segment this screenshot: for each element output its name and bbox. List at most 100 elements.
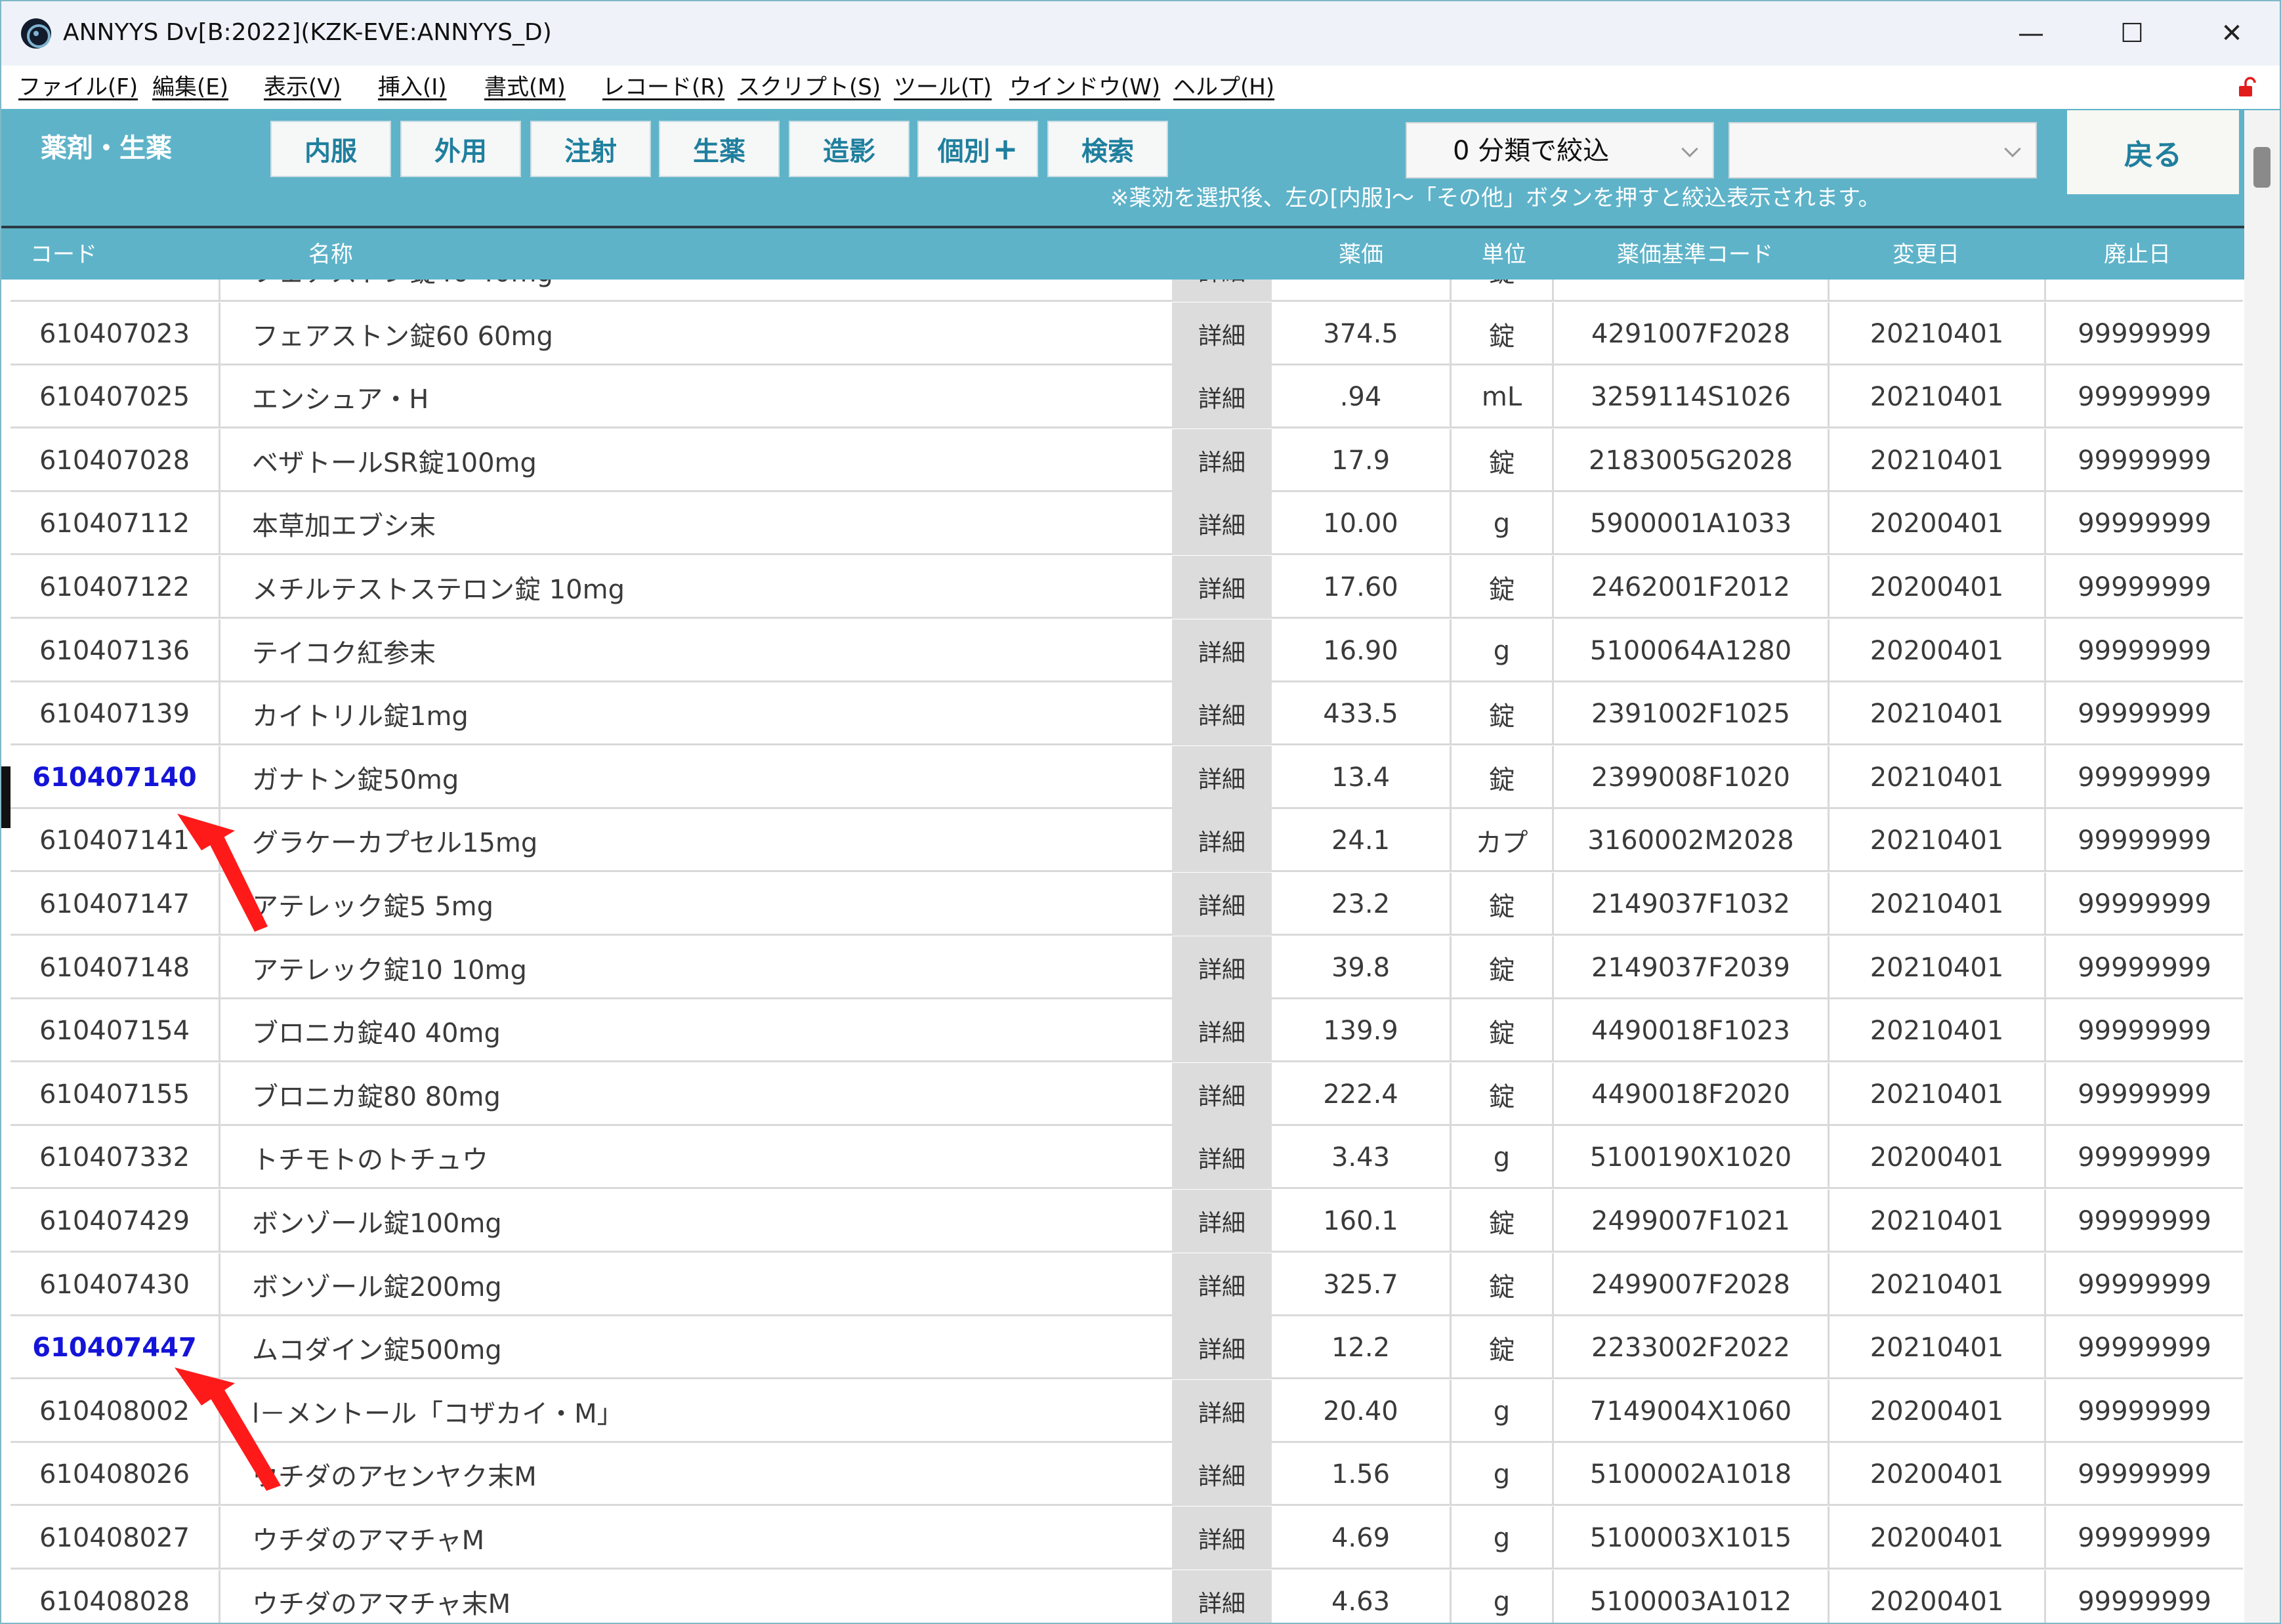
code-cell[interactable]: 610408028 <box>10 1570 220 1623</box>
table-row[interactable]: 610407141 グラケーカプセル15mg 詳細 24.1 カプ 3160002M202… <box>10 809 2243 873</box>
code-cell[interactable]: 610407025 <box>10 365 220 429</box>
table-row[interactable]: 610407112 本草加エブシ末 詳細 10.00 g 5900001A1033 2020… <box>10 492 2243 556</box>
code-cell[interactable]: 610407154 <box>10 999 220 1063</box>
kobetsu-button[interactable]: 個別 + <box>917 121 1038 177</box>
scrollbar-thumb[interactable] <box>2253 147 2271 188</box>
back-button[interactable]: 戻る <box>2067 110 2239 194</box>
detail-button[interactable]: 詳細 <box>1172 809 1272 873</box>
table-row[interactable]: 610407025 エンシュア・H 詳細 .94 mL 3259114S1026 20210… <box>10 365 2243 429</box>
detail-button[interactable]: 詳細 <box>1172 1253 1272 1316</box>
code-cell[interactable]: 610407147 <box>10 873 220 936</box>
code-cell[interactable]: 610408002 <box>10 1379 220 1443</box>
close-button[interactable]: ✕ <box>2181 1 2280 66</box>
vertical-scrollbar[interactable] <box>2244 110 2280 1623</box>
table-row[interactable]: 610408002 l－メントール「コザカイ・M」 詳細 20.40 g 7149004X… <box>10 1379 2243 1443</box>
code-cell[interactable]: 610407140 <box>10 745 220 809</box>
code-cell[interactable]: 610407148 <box>10 936 220 999</box>
table-row[interactable]: 610407139 カイトリル錠1mg 詳細 433.5 錠 2391002F1025 20… <box>10 682 2243 746</box>
code-cell[interactable]: 610408026 <box>10 1443 220 1507</box>
detail-button[interactable]: 詳細 <box>1172 936 1272 999</box>
col-code-header[interactable]: コード <box>30 240 97 269</box>
col-unit-header[interactable]: 単位 <box>1482 240 1526 269</box>
detail-button[interactable]: 詳細 <box>1172 1570 1272 1623</box>
detail-button[interactable]: 詳細 <box>1172 1190 1272 1253</box>
table-row[interactable]: 610408028 ウチダのアマチャ末M 詳細 4.63 g 5100003A1012 20… <box>10 1570 2243 1623</box>
col-price-header[interactable]: 薬価 <box>1339 240 1383 269</box>
code-cell[interactable]: 610407122 <box>10 556 220 619</box>
kensaku-button[interactable]: 検索 <box>1047 121 1168 177</box>
menu-help[interactable]: ヘルプ(H) <box>1173 72 1274 102</box>
detail-button[interactable]: 詳細 <box>1172 1443 1272 1507</box>
code-cell[interactable]: 610407155 <box>10 1062 220 1126</box>
code-cell[interactable]: 610407139 <box>10 682 220 746</box>
table-row[interactable]: 610407429 ボンゾール錠100mg 詳細 160.1 錠 2499007F1021… <box>10 1190 2243 1253</box>
table-row[interactable]: 610408027 ウチダのアマチャM 詳細 4.69 g 5100003X1015 202… <box>10 1507 2243 1570</box>
subfilter-select[interactable] <box>1728 122 2037 178</box>
detail-button[interactable]: 詳細 <box>1172 1126 1272 1190</box>
minimize-button[interactable]: — <box>1980 1 2082 66</box>
code-cell[interactable]: 610407141 <box>10 809 220 873</box>
table-row[interactable]: 610407154 ブロニカ錠40 40mg 詳細 139.9 錠 4490018F102… <box>10 999 2243 1063</box>
menu-tools[interactable]: ツール(T) <box>894 72 992 102</box>
table-row[interactable]: 610407122 メチルテストステロン錠 10mg 詳細 17.60 錠 2462001… <box>10 556 2243 619</box>
table-row[interactable]: 610407148 アテレック錠10 10mg 詳細 39.8 錠 2149037F203… <box>10 936 2243 999</box>
table-row[interactable]: 610407155 ブロニカ錠80 80mg 詳細 222.4 錠 4490018F202… <box>10 1062 2243 1126</box>
detail-button[interactable]: 詳細 <box>1172 1062 1272 1126</box>
detail-button[interactable]: 詳細 <box>1172 873 1272 936</box>
menu-script[interactable]: スクリプト(S) <box>738 72 881 102</box>
code-cell[interactable]: 610407429 <box>10 1190 220 1253</box>
col-ended-header[interactable]: 廃止日 <box>2104 240 2171 269</box>
category-filter-select[interactable]: 0 分類で絞込 <box>1406 122 1714 178</box>
col-changed-header[interactable]: 変更日 <box>1893 240 1959 269</box>
detail-button[interactable]: 詳細 <box>1172 745 1272 809</box>
name-cell: フェアストン錠60 60mg <box>252 321 553 352</box>
table-row[interactable]: 610407147 アテレック錠5 5mg 詳細 23.2 錠 2149037F1032 2… <box>10 873 2243 936</box>
unlock-icon[interactable] <box>2236 76 2259 98</box>
code-cell[interactable]: 610407332 <box>10 1126 220 1190</box>
shouyaku-button[interactable]: 生薬 <box>659 121 780 177</box>
table-row[interactable]: 610407447 ムコダイン錠500mg 詳細 12.2 錠 2233002F2022 2… <box>10 1316 2243 1380</box>
detail-button[interactable]: 詳細 <box>1172 1379 1272 1443</box>
menu-window[interactable]: ウインドウ(W) <box>1009 72 1160 102</box>
table-row[interactable]: 610407140 ガナトン錠50mg 詳細 13.4 錠 2399008F1020 202… <box>10 745 2243 809</box>
menu-view[interactable]: 表示(V) <box>264 72 341 102</box>
code-cell[interactable]: 610407430 <box>10 1253 220 1316</box>
gaiyou-button[interactable]: 外用 <box>400 121 521 177</box>
table-row[interactable]: 610407430 ボンゾール錠200mg 詳細 325.7 錠 2499007F2028… <box>10 1253 2243 1316</box>
detail-button[interactable]: 詳細 <box>1172 428 1272 492</box>
col-std-code-header[interactable]: 薬価基準コード <box>1617 240 1773 269</box>
table-row[interactable]: 610407023 フェアストン錠60 60mg 詳細 374.5 錠 4291007F2… <box>10 302 2243 365</box>
table-row[interactable]: 610408026 ウチダのアセンヤク末M 詳細 1.56 g 5100002A1018 2… <box>10 1443 2243 1507</box>
detail-button[interactable]: 詳細 <box>1172 999 1272 1063</box>
zouei-button[interactable]: 造影 <box>789 121 910 177</box>
code-cell[interactable]: 610407447 <box>10 1316 220 1380</box>
chuusha-button[interactable]: 注射 <box>530 121 651 177</box>
code-cell[interactable]: 610408027 <box>10 1507 220 1570</box>
code-cell[interactable]: 610407022 <box>10 280 220 302</box>
maximize-button[interactable]: ☐ <box>2082 1 2183 66</box>
detail-button[interactable]: 詳細 <box>1172 302 1272 365</box>
detail-button[interactable]: 詳細 <box>1172 1316 1272 1380</box>
detail-button[interactable]: 詳細 <box>1172 365 1272 429</box>
col-name-header[interactable]: 名称 <box>308 240 353 269</box>
table-row[interactable]: 610407022フェアストン錠40 40mg詳細248.5錠4291007F1… <box>10 280 2243 302</box>
menu-insert[interactable]: 挿入(I) <box>378 72 447 102</box>
detail-button[interactable]: 詳細 <box>1172 280 1272 302</box>
code-cell[interactable]: 610407028 <box>10 428 220 492</box>
menu-edit[interactable]: 編集(E) <box>152 72 228 102</box>
table-row[interactable]: 610407028 ベザトールSR錠100mg 詳細 17.9 錠 2183005G202… <box>10 428 2243 492</box>
menu-file[interactable]: ファイル(F) <box>18 72 138 102</box>
menu-format[interactable]: 書式(M) <box>484 72 566 102</box>
detail-button[interactable]: 詳細 <box>1172 556 1272 619</box>
table-row[interactable]: 610407136 テイコク紅参末 詳細 16.90 g 5100064A1280 2020… <box>10 619 2243 682</box>
naifuku-button[interactable]: 内服 <box>270 121 391 177</box>
detail-button[interactable]: 詳細 <box>1172 1507 1272 1570</box>
detail-button[interactable]: 詳細 <box>1172 492 1272 556</box>
table-row[interactable]: 610407332 トチモトのトチュウ 詳細 3.43 g 5100190X1020 202… <box>10 1126 2243 1190</box>
code-cell[interactable]: 610407136 <box>10 619 220 682</box>
code-cell[interactable]: 610407023 <box>10 302 220 365</box>
detail-button[interactable]: 詳細 <box>1172 682 1272 746</box>
code-cell[interactable]: 610407112 <box>10 492 220 556</box>
detail-button[interactable]: 詳細 <box>1172 619 1272 682</box>
menu-record[interactable]: レコード(R) <box>602 72 724 102</box>
